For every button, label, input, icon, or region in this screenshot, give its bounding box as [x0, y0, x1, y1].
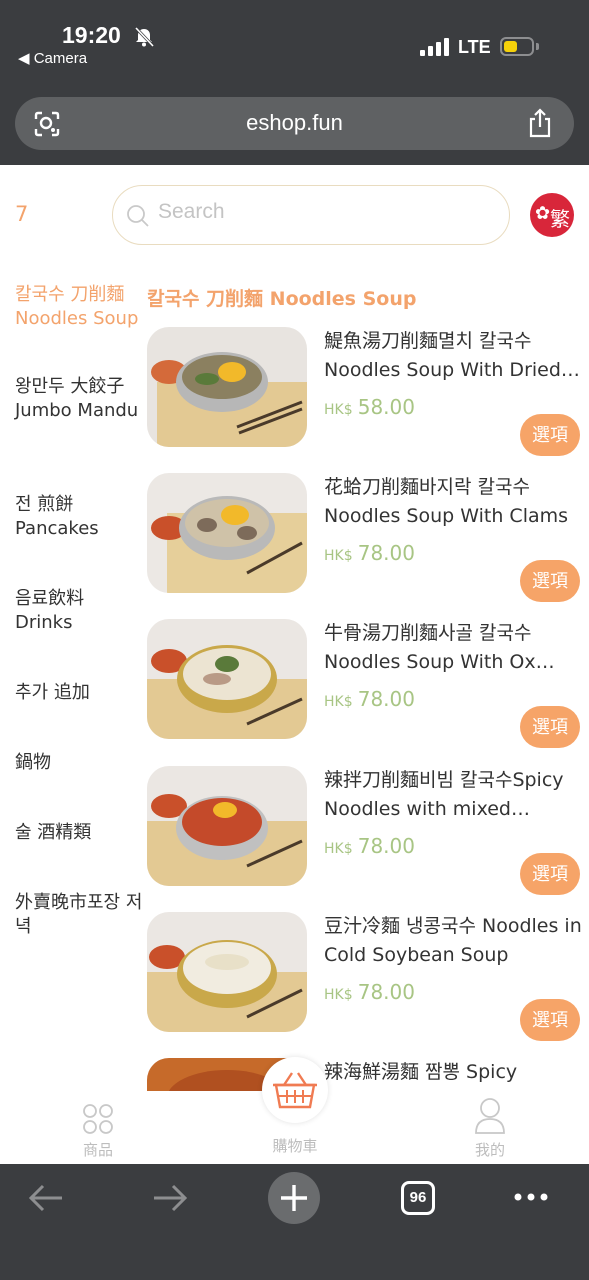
tab-count-button[interactable]: 96	[401, 1181, 435, 1215]
options-button[interactable]: 選項	[520, 853, 580, 895]
language-label: 繁	[550, 207, 570, 231]
product-image[interactable]	[147, 327, 307, 447]
product-name-line2: Noodles Soup With Ox…	[324, 651, 555, 673]
address-bar[interactable]: eshop.fun	[15, 97, 574, 150]
price-amount: 58.00	[357, 395, 415, 419]
product-image[interactable]	[147, 766, 307, 886]
product-name: 豆汁冷麵 냉콩국수 Noodles in Cold Soybean Soup	[324, 912, 589, 970]
product-name-line1: 辣拌刀削麵비빔 칼국수Spicy	[324, 769, 564, 791]
product-name-line1: 鯷魚湯刀削麵멸치 칼국수	[324, 330, 532, 352]
browser-toolbar: 96	[0, 1164, 589, 1280]
product-image[interactable]	[147, 912, 307, 1032]
product-price: HK$ 78.00	[324, 541, 415, 565]
price-amount: 78.00	[357, 834, 415, 858]
product-name: 牛骨湯刀削麵사골 칼국수 Noodles Soup With Ox…	[324, 619, 589, 677]
product-image[interactable]	[147, 619, 307, 739]
category-noodles-soup[interactable]: 칼국수 刀削麵 Noodles Soup	[15, 283, 145, 331]
product-name: 花蛤刀削麵바지락 칼국수 Noodles Soup With Clams	[324, 473, 589, 531]
search-icon	[127, 205, 149, 227]
battery-icon	[500, 37, 534, 56]
category-drinks[interactable]: 음료飲料 Drinks	[15, 587, 145, 635]
back-to-camera-link[interactable]: ◀ Camera	[18, 49, 87, 67]
product-card[interactable]: 鯷魚湯刀削麵멸치 칼국수 Noodles Soup With Dried… HK…	[147, 327, 589, 473]
product-name: 辣拌刀削麵비빔 칼국수Spicy Noodles with mixed…	[324, 766, 589, 824]
basket-icon	[273, 1072, 317, 1109]
nav-cart-label[interactable]: 購物車	[255, 1135, 335, 1156]
product-card[interactable]: 辣拌刀削麵비빔 칼국수Spicy Noodles with mixed… HK$…	[147, 766, 589, 912]
language-switch-button[interactable]: ✿ 繁	[530, 193, 574, 237]
cart-button[interactable]	[262, 1057, 328, 1123]
product-name: 辣海鮮湯麵 짬뽕 Spicy	[324, 1058, 589, 1087]
product-name-line1: 花蛤刀削麵바지락 칼국수	[324, 476, 530, 498]
url-text[interactable]: eshop.fun	[15, 110, 574, 136]
product-card[interactable]: 牛骨湯刀削麵사골 칼국수 Noodles Soup With Ox… HK$ 7…	[147, 619, 589, 765]
currency: HK$	[324, 987, 353, 1003]
product-name-line2: Cold Soybean Soup	[324, 944, 509, 966]
plus-icon	[281, 1185, 307, 1211]
nav-me-label: 我的	[474, 1141, 505, 1159]
category-pancakes[interactable]: 전 煎餅 Pancakes	[15, 493, 145, 541]
product-price: HK$ 78.00	[324, 980, 415, 1004]
product-name-line1: 豆汁冷麵 냉콩국수 Noodles in	[324, 915, 582, 937]
category-extras[interactable]: 추가 追加	[15, 681, 145, 705]
product-name-line2: Noodles with mixed…	[324, 798, 530, 820]
nav-me[interactable]: 我的	[464, 1097, 516, 1160]
options-button[interactable]: 選項	[520, 999, 580, 1041]
options-button[interactable]: 選項	[520, 706, 580, 748]
product-name-line1: 牛骨湯刀削麵사골 칼국수	[324, 622, 532, 644]
share-icon[interactable]	[527, 108, 553, 138]
product-image[interactable]	[147, 473, 307, 593]
product-name: 鯷魚湯刀削麵멸치 칼국수 Noodles Soup With Dried…	[324, 327, 589, 385]
category-hot-pot[interactable]: 鍋物	[15, 751, 145, 775]
bell-off-icon	[134, 26, 155, 48]
search-box[interactable]	[112, 185, 510, 245]
cart-count: 7	[15, 202, 29, 226]
currency: HK$	[324, 402, 353, 418]
product-price: HK$ 78.00	[324, 687, 415, 711]
nav-products[interactable]: 商品	[72, 1103, 124, 1160]
currency: HK$	[324, 694, 353, 710]
network-type: LTE	[458, 37, 491, 57]
product-price: HK$ 58.00	[324, 395, 415, 419]
product-card[interactable]: 辣海鮮湯麵 짬뽕 Spicy	[147, 1058, 589, 1091]
product-name-line1: 辣海鮮湯麵 짬뽕 Spicy	[324, 1061, 518, 1083]
grid-circles-icon	[83, 1104, 113, 1134]
user-icon	[475, 1098, 505, 1134]
price-amount: 78.00	[357, 541, 415, 565]
product-price: HK$ 78.00	[324, 834, 415, 858]
product-card[interactable]: 花蛤刀削麵바지락 칼국수 Noodles Soup With Clams HK$…	[147, 473, 589, 619]
back-arrow-icon[interactable]	[28, 1184, 64, 1212]
bauhinia-flower-icon: ✿	[535, 203, 551, 224]
options-button[interactable]: 選項	[520, 560, 580, 602]
section-title: 칼국수 刀削麵 Noodles Soup	[147, 288, 417, 310]
currency: HK$	[324, 841, 353, 857]
category-alcohol[interactable]: 술 酒精類	[15, 821, 145, 845]
product-name-line2: Noodles Soup With Dried…	[324, 359, 580, 381]
category-jumbo-mandu[interactable]: 왕만두 大餃子 Jumbo Mandu	[15, 375, 145, 423]
nav-products-label: 商品	[82, 1141, 113, 1159]
search-input[interactable]	[158, 200, 488, 224]
new-tab-button[interactable]	[268, 1172, 320, 1224]
category-takeaway-dinner[interactable]: 外賣晚市포장 저녁	[15, 891, 145, 939]
battery-tip	[536, 43, 539, 50]
product-card[interactable]: 豆汁冷麵 냉콩국수 Noodles in Cold Soybean Soup H…	[147, 912, 589, 1058]
more-options-icon[interactable]	[513, 1192, 549, 1202]
options-button[interactable]: 選項	[520, 414, 580, 456]
currency: HK$	[324, 548, 353, 564]
forward-arrow-icon[interactable]	[152, 1184, 188, 1212]
status-time: 19:20	[62, 22, 121, 48]
cell-signal-icon	[420, 38, 450, 56]
product-name-line2: Noodles Soup With Clams	[324, 505, 569, 527]
browser-top-chrome: 19:20 ◀ Camera LTE eshop.fun	[0, 0, 589, 165]
price-amount: 78.00	[357, 687, 415, 711]
price-amount: 78.00	[357, 980, 415, 1004]
